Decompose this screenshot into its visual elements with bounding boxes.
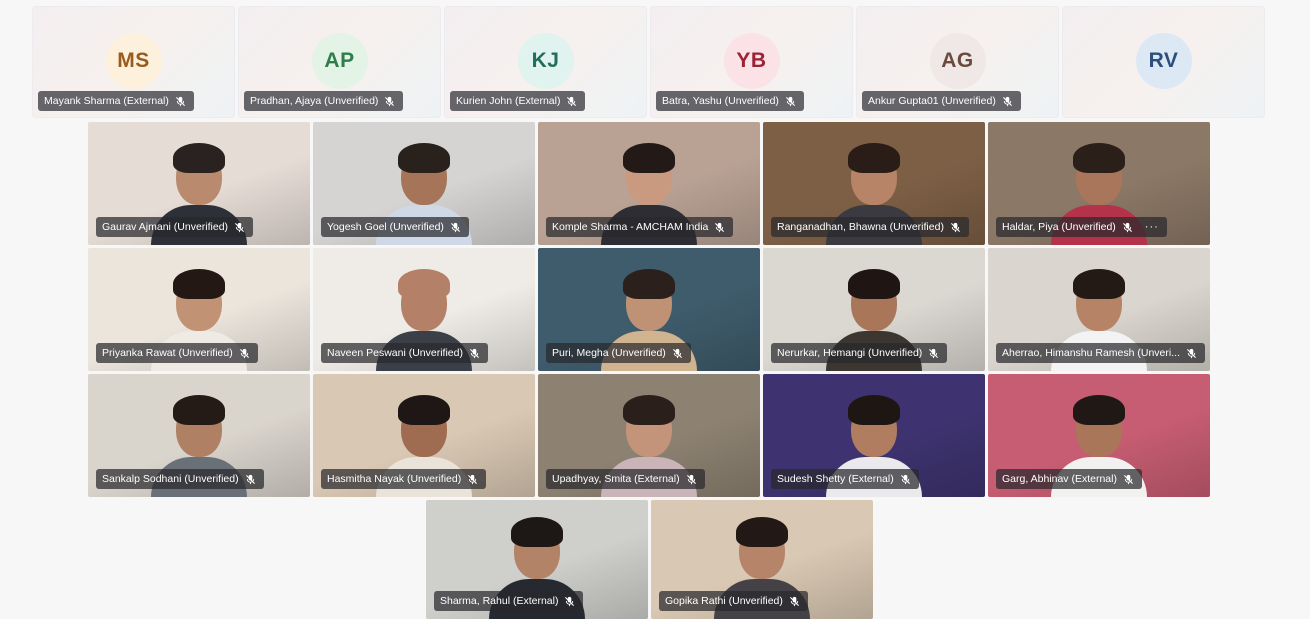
participant-video-tile[interactable]: Gopika Rathi (Unverified) <box>651 500 873 619</box>
participant-name-tag: Sharma, Rahul (External) <box>434 591 584 611</box>
participant-name: Garg, Abhinav (External) <box>1002 473 1117 485</box>
participant-name-tag: Pradhan, Ajaya (Unverified) <box>244 91 404 111</box>
participant-name: Batra, Yashu (Unverified) <box>662 95 779 107</box>
participant-name-tag: Gaurav Ajmani (Unverified) <box>96 217 254 237</box>
mic-off-icon <box>467 474 478 485</box>
participant-name-tag: Aherrao, Himanshu Ramesh (Unveri... <box>996 343 1205 363</box>
mic-off-icon <box>789 596 800 607</box>
participant-name: Ankur Gupta01 (Unverified) <box>868 95 996 107</box>
mic-off-icon <box>245 474 256 485</box>
mic-off-icon <box>900 474 911 485</box>
participant-name-tag: Nerurkar, Hemangi (Unverified) <box>771 343 948 363</box>
avatar: KJ <box>517 33 574 89</box>
audio-only-participants-row: MS Mayank Sharma (External) AP Pradhan, … <box>32 6 1266 118</box>
participant-tile-avatar[interactable]: MS Mayank Sharma (External) <box>32 6 235 118</box>
participant-name: Hasmitha Nayak (Unverified) <box>327 473 462 485</box>
participant-name-tag: Sudesh Shetty (External) <box>771 469 919 489</box>
participant-name-tag: Garg, Abhinav (External) <box>996 469 1142 489</box>
participant-name-tag: Sankalp Sodhani (Unverified) <box>96 469 264 489</box>
participant-name: Kurien John (External) <box>456 95 561 107</box>
mic-off-icon <box>714 222 725 233</box>
mic-off-icon <box>384 96 395 107</box>
participant-video-tile[interactable]: Sankalp Sodhani (Unverified) <box>88 374 310 497</box>
participant-video-tile[interactable]: Hasmitha Nayak (Unverified) <box>313 374 535 497</box>
participant-name: Yogesh Goel (Unverified) <box>327 221 444 233</box>
participant-name: Naveen Peswani (Unverified) <box>327 347 463 359</box>
participant-name: Gopika Rathi (Unverified) <box>665 595 783 607</box>
participant-name: Sankalp Sodhani (Unverified) <box>102 473 239 485</box>
participant-name-tag: Kurien John (External) <box>450 91 586 111</box>
participant-name: Puri, Megha (Unverified) <box>552 347 666 359</box>
participant-name-tag: Hasmitha Nayak (Unverified) <box>321 469 487 489</box>
participant-name-tag: Ranganadhan, Bhawna (Unverified) <box>771 217 969 237</box>
mic-off-icon <box>686 474 697 485</box>
participant-name-tag: Batra, Yashu (Unverified) <box>656 91 804 111</box>
participant-name: Aherrao, Himanshu Ramesh (Unveri... <box>1002 347 1180 359</box>
avatar: MS <box>105 33 162 89</box>
mic-off-icon <box>566 96 577 107</box>
avatar: RV <box>1135 33 1192 89</box>
participant-video-tile[interactable]: Komple Sharma - AMCHAM India <box>538 122 760 245</box>
participant-video-tile[interactable]: Haldar, Piya (Unverified) ··· <box>988 122 1210 245</box>
participant-video-tile[interactable]: Aherrao, Himanshu Ramesh (Unveri... <box>988 248 1210 371</box>
participant-name-tag: Haldar, Piya (Unverified) ··· <box>996 217 1167 237</box>
participant-name-tag: Komple Sharma - AMCHAM India <box>546 217 734 237</box>
participant-name: Nerurkar, Hemangi (Unverified) <box>777 347 923 359</box>
participant-name-tag: Ankur Gupta01 (Unverified) <box>862 91 1021 111</box>
participant-tile-avatar[interactable]: AP Pradhan, Ajaya (Unverified) <box>238 6 441 118</box>
participant-name-tag: Upadhyay, Smita (External) <box>546 469 705 489</box>
participant-name-tag: Yogesh Goel (Unverified) <box>321 217 469 237</box>
mic-off-icon <box>928 348 939 359</box>
participant-name: Upadhyay, Smita (External) <box>552 473 680 485</box>
participant-video-tile[interactable]: Yogesh Goel (Unverified) <box>313 122 535 245</box>
participant-video-tile[interactable]: Sudesh Shetty (External) <box>763 374 985 497</box>
participant-name-tag: Gopika Rathi (Unverified) <box>659 591 808 611</box>
participant-tile-avatar[interactable]: KJ Kurien John (External) <box>444 6 647 118</box>
participant-video-tile[interactable]: Ranganadhan, Bhawna (Unverified) <box>763 122 985 245</box>
participant-name: Pradhan, Ajaya (Unverified) <box>250 95 379 107</box>
participant-name-tag: Naveen Peswani (Unverified) <box>321 343 488 363</box>
participant-name: Sudesh Shetty (External) <box>777 473 894 485</box>
participant-video-tile[interactable]: Sharma, Rahul (External) <box>426 500 648 619</box>
mic-off-icon <box>239 348 250 359</box>
more-options-icon[interactable]: ··· <box>1145 221 1159 233</box>
participant-video-tile[interactable]: Upadhyay, Smita (External) <box>538 374 760 497</box>
participant-name-tag: Puri, Megha (Unverified) <box>546 343 691 363</box>
participant-name: Sharma, Rahul (External) <box>440 595 559 607</box>
participant-name: Ranganadhan, Bhawna (Unverified) <box>777 221 944 233</box>
mic-off-icon <box>175 96 186 107</box>
participant-video-tile[interactable]: Nerurkar, Hemangi (Unverified) <box>763 248 985 371</box>
participant-video-tile[interactable]: Gaurav Ajmani (Unverified) <box>88 122 310 245</box>
avatar: AG <box>929 33 986 89</box>
participant-name: Mayank Sharma (External) <box>44 95 169 107</box>
mic-off-icon <box>1123 474 1134 485</box>
participant-name: Priyanka Rawat (Unverified) <box>102 347 233 359</box>
participant-name: Gaurav Ajmani (Unverified) <box>102 221 229 233</box>
mic-off-icon <box>1186 348 1197 359</box>
participant-video-tile[interactable]: Naveen Peswani (Unverified) <box>313 248 535 371</box>
participant-video-tile[interactable]: Puri, Megha (Unverified) <box>538 248 760 371</box>
participant-name-tag: Priyanka Rawat (Unverified) <box>96 343 258 363</box>
mic-off-icon <box>785 96 796 107</box>
mic-off-icon <box>469 348 480 359</box>
participant-tile-avatar[interactable]: YB Batra, Yashu (Unverified) <box>650 6 853 118</box>
mic-off-icon <box>950 222 961 233</box>
participant-name: Haldar, Piya (Unverified) <box>1002 221 1116 233</box>
avatar: AP <box>311 33 368 89</box>
mic-off-icon <box>234 222 245 233</box>
participant-tile-avatar[interactable]: AG Ankur Gupta01 (Unverified) <box>856 6 1059 118</box>
participant-name-tag: Mayank Sharma (External) <box>38 91 194 111</box>
meeting-gallery-view: MS Mayank Sharma (External) AP Pradhan, … <box>0 0 1310 619</box>
mic-off-icon <box>564 596 575 607</box>
mic-off-icon <box>1002 96 1013 107</box>
participant-video-tile[interactable]: Garg, Abhinav (External) <box>988 374 1210 497</box>
participant-tile-avatar[interactable]: RV <box>1062 6 1265 118</box>
participant-name: Komple Sharma - AMCHAM India <box>552 221 709 233</box>
mic-off-icon <box>450 222 461 233</box>
participant-video-tile[interactable]: Priyanka Rawat (Unverified) <box>88 248 310 371</box>
mic-off-icon <box>1122 222 1133 233</box>
avatar: YB <box>723 33 780 89</box>
mic-off-icon <box>672 348 683 359</box>
